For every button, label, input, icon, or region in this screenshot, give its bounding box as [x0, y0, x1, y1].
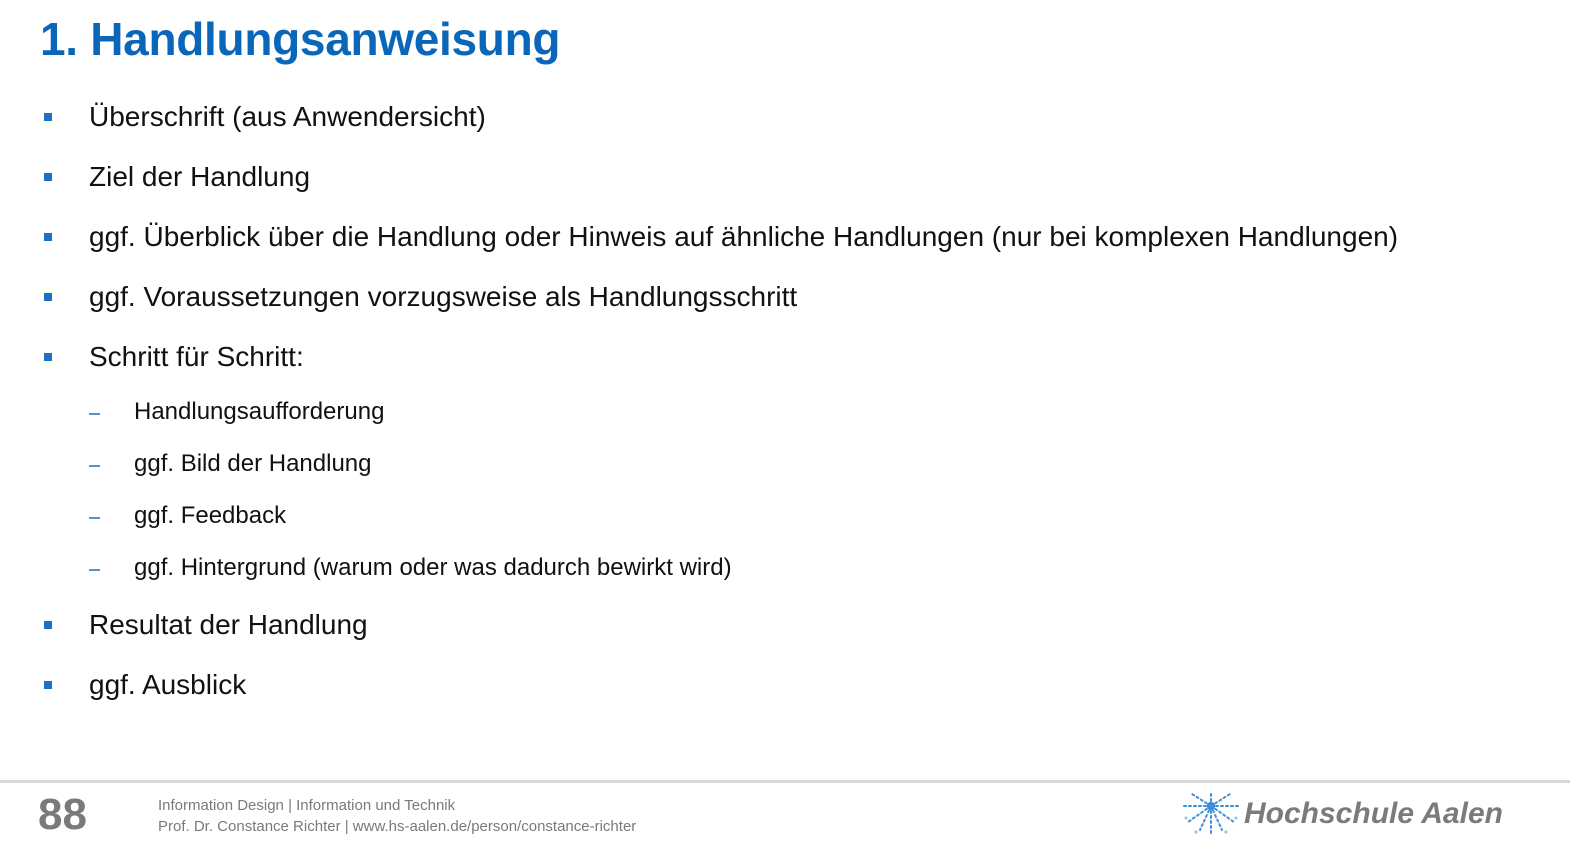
- sub-list-item-text: ggf. Bild der Handlung: [134, 450, 372, 477]
- list-item-text: Überschrift (aus Anwendersicht): [89, 101, 486, 132]
- sub-list-item-text: ggf. Feedback: [134, 502, 287, 529]
- slide-title: 1. Handlungsanweisung: [40, 13, 561, 65]
- list-item-text: Resultat der Handlung: [89, 609, 368, 640]
- sub-list-item-text: ggf. Hintergrund (warum oder was dadurch…: [134, 554, 732, 581]
- dash-bullet-icon: [89, 569, 100, 571]
- list-item-text: ggf. Ausblick: [89, 669, 247, 700]
- square-bullet-icon: [44, 233, 52, 241]
- hochschule-aalen-logo: Hochschule Aalen: [1180, 792, 1540, 838]
- dash-bullet-icon: [89, 465, 100, 467]
- starburst-icon: [1181, 792, 1241, 835]
- dash-bullet-icon: [89, 517, 100, 519]
- square-bullet-icon: [44, 681, 52, 689]
- sub-list-item-text: Handlungsaufforderung: [134, 398, 385, 425]
- footer-course-line: Information Design | Information und Tec…: [158, 797, 456, 814]
- square-bullet-icon: [44, 353, 52, 361]
- list-item-text: Schritt für Schritt:: [89, 341, 304, 372]
- list-item-text: ggf. Überblick über die Handlung oder Hi…: [89, 221, 1399, 252]
- square-bullet-icon: [44, 293, 52, 301]
- square-bullet-icon: [44, 113, 52, 121]
- list-item-text: ggf. Voraussetzungen vorzugsweise als Ha…: [89, 281, 798, 312]
- page-number: 88: [38, 790, 87, 839]
- list-item-text: Ziel der Handlung: [89, 161, 311, 192]
- footer-divider: [0, 780, 1570, 783]
- logo-text: Hochschule Aalen: [1244, 797, 1503, 830]
- square-bullet-icon: [44, 621, 52, 629]
- square-bullet-icon: [44, 173, 52, 181]
- slide: 1. Handlungsanweisung Überschrift (aus A…: [0, 0, 1570, 848]
- footer-author-line: Prof. Dr. Constance Richter | www.hs-aal…: [158, 818, 637, 835]
- footer-info: Information Design | Information und Tec…: [158, 795, 636, 837]
- dash-bullet-icon: [89, 413, 100, 415]
